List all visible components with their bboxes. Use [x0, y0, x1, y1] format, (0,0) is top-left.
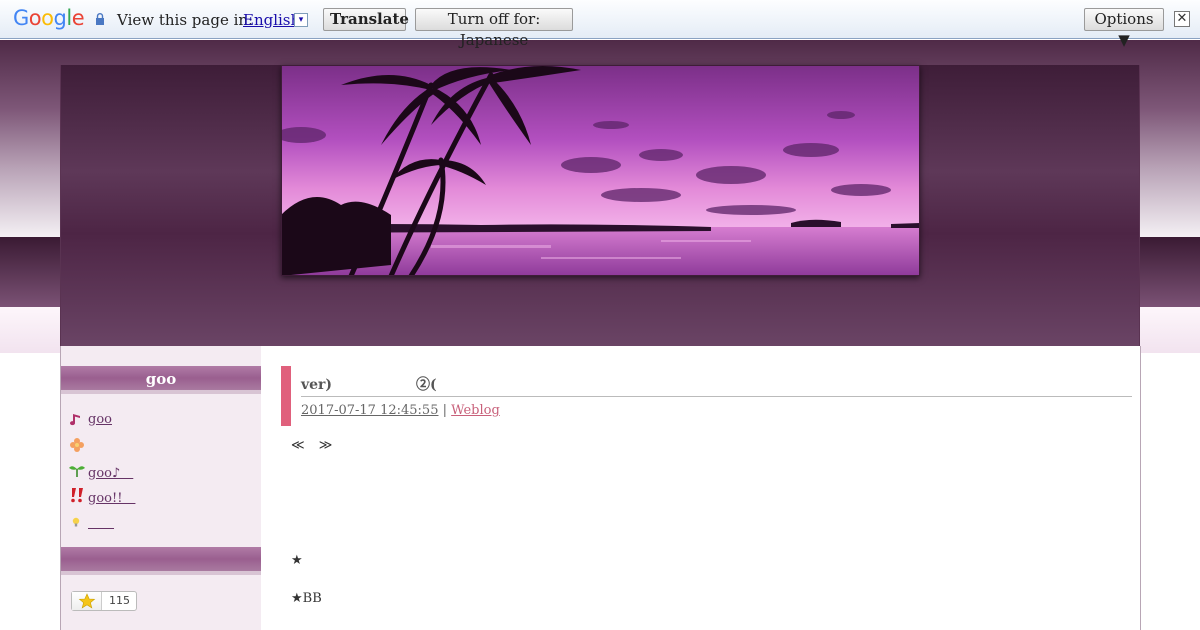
next-entry-link[interactable]: ≫ [319, 438, 333, 453]
turn-off-button[interactable]: Turn off for: Japanese [415, 8, 573, 49]
entry-body-line: ★BB [291, 591, 322, 606]
star-icon [78, 593, 96, 609]
music-note-icon [70, 414, 80, 426]
sidebar-link[interactable]: goo♪ [88, 462, 133, 481]
google-logo: Google [13, 6, 85, 30]
sidebar-item[interactable] [69, 510, 259, 535]
sidebar-item[interactable] [69, 435, 259, 460]
translate-bar: Google View this page in: English ▾ Tran… [0, 0, 1200, 49]
options-button[interactable]: Options ▼ [1084, 8, 1164, 49]
sidebar-heading-text: goo [145, 370, 177, 388]
sprout-icon [69, 466, 85, 477]
sidebar-link[interactable]: goo!! [88, 487, 135, 506]
entry-divider [301, 396, 1132, 397]
view-page-label: View this page in: [117, 11, 254, 29]
lock-icon [96, 13, 104, 25]
exclamation-icon [71, 488, 83, 503]
sidebar: goo goo goo♪ goo!! 115 [61, 346, 261, 630]
content-area: goo goo goo♪ goo!! 115 ver) ②(2017-07-1… [60, 346, 1141, 630]
blog-header [60, 65, 1140, 346]
entry-title: ver) ②( [301, 377, 437, 393]
lightbulb-icon [72, 517, 80, 527]
star-count: 115 [109, 594, 130, 607]
entry-nav: ≪ ≫ [291, 438, 342, 453]
flower-icon [70, 438, 84, 452]
sidebar-item[interactable]: goo!! [69, 485, 259, 510]
sidebar-list: goo goo♪ goo!! [69, 410, 259, 535]
entry-header: ver) ②( 2017-07-17 12:45:55 | Weblog [281, 366, 1132, 426]
sidebar-heading-2 [61, 547, 261, 575]
sidebar-item[interactable]: goo [69, 410, 259, 435]
header-image[interactable] [281, 65, 920, 276]
translate-button[interactable]: Translate [323, 8, 409, 31]
entry-meta: 2017-07-17 12:45:55 | Weblog [301, 403, 500, 418]
meta-separator: | [442, 403, 448, 418]
star-widget[interactable]: 115 [71, 591, 137, 611]
sunset-palm-image [281, 65, 920, 276]
prev-entry-link[interactable]: ≪ [291, 438, 305, 453]
entry-accent-bar [281, 366, 291, 426]
entry-date[interactable]: 2017-07-17 12:45:55 [301, 403, 438, 418]
star-button[interactable] [72, 592, 102, 610]
language-select[interactable]: English [243, 11, 300, 29]
sidebar-heading: goo [61, 366, 261, 394]
sidebar-item[interactable]: goo♪ [69, 460, 259, 485]
entry-body-line: ★ [291, 553, 303, 568]
sidebar-link[interactable]: goo [88, 412, 112, 427]
close-icon[interactable]: ✕ [1174, 11, 1190, 27]
chevron-down-icon[interactable]: ▾ [294, 13, 308, 27]
sidebar-link[interactable] [88, 512, 114, 531]
entry-category[interactable]: Weblog [451, 403, 500, 418]
